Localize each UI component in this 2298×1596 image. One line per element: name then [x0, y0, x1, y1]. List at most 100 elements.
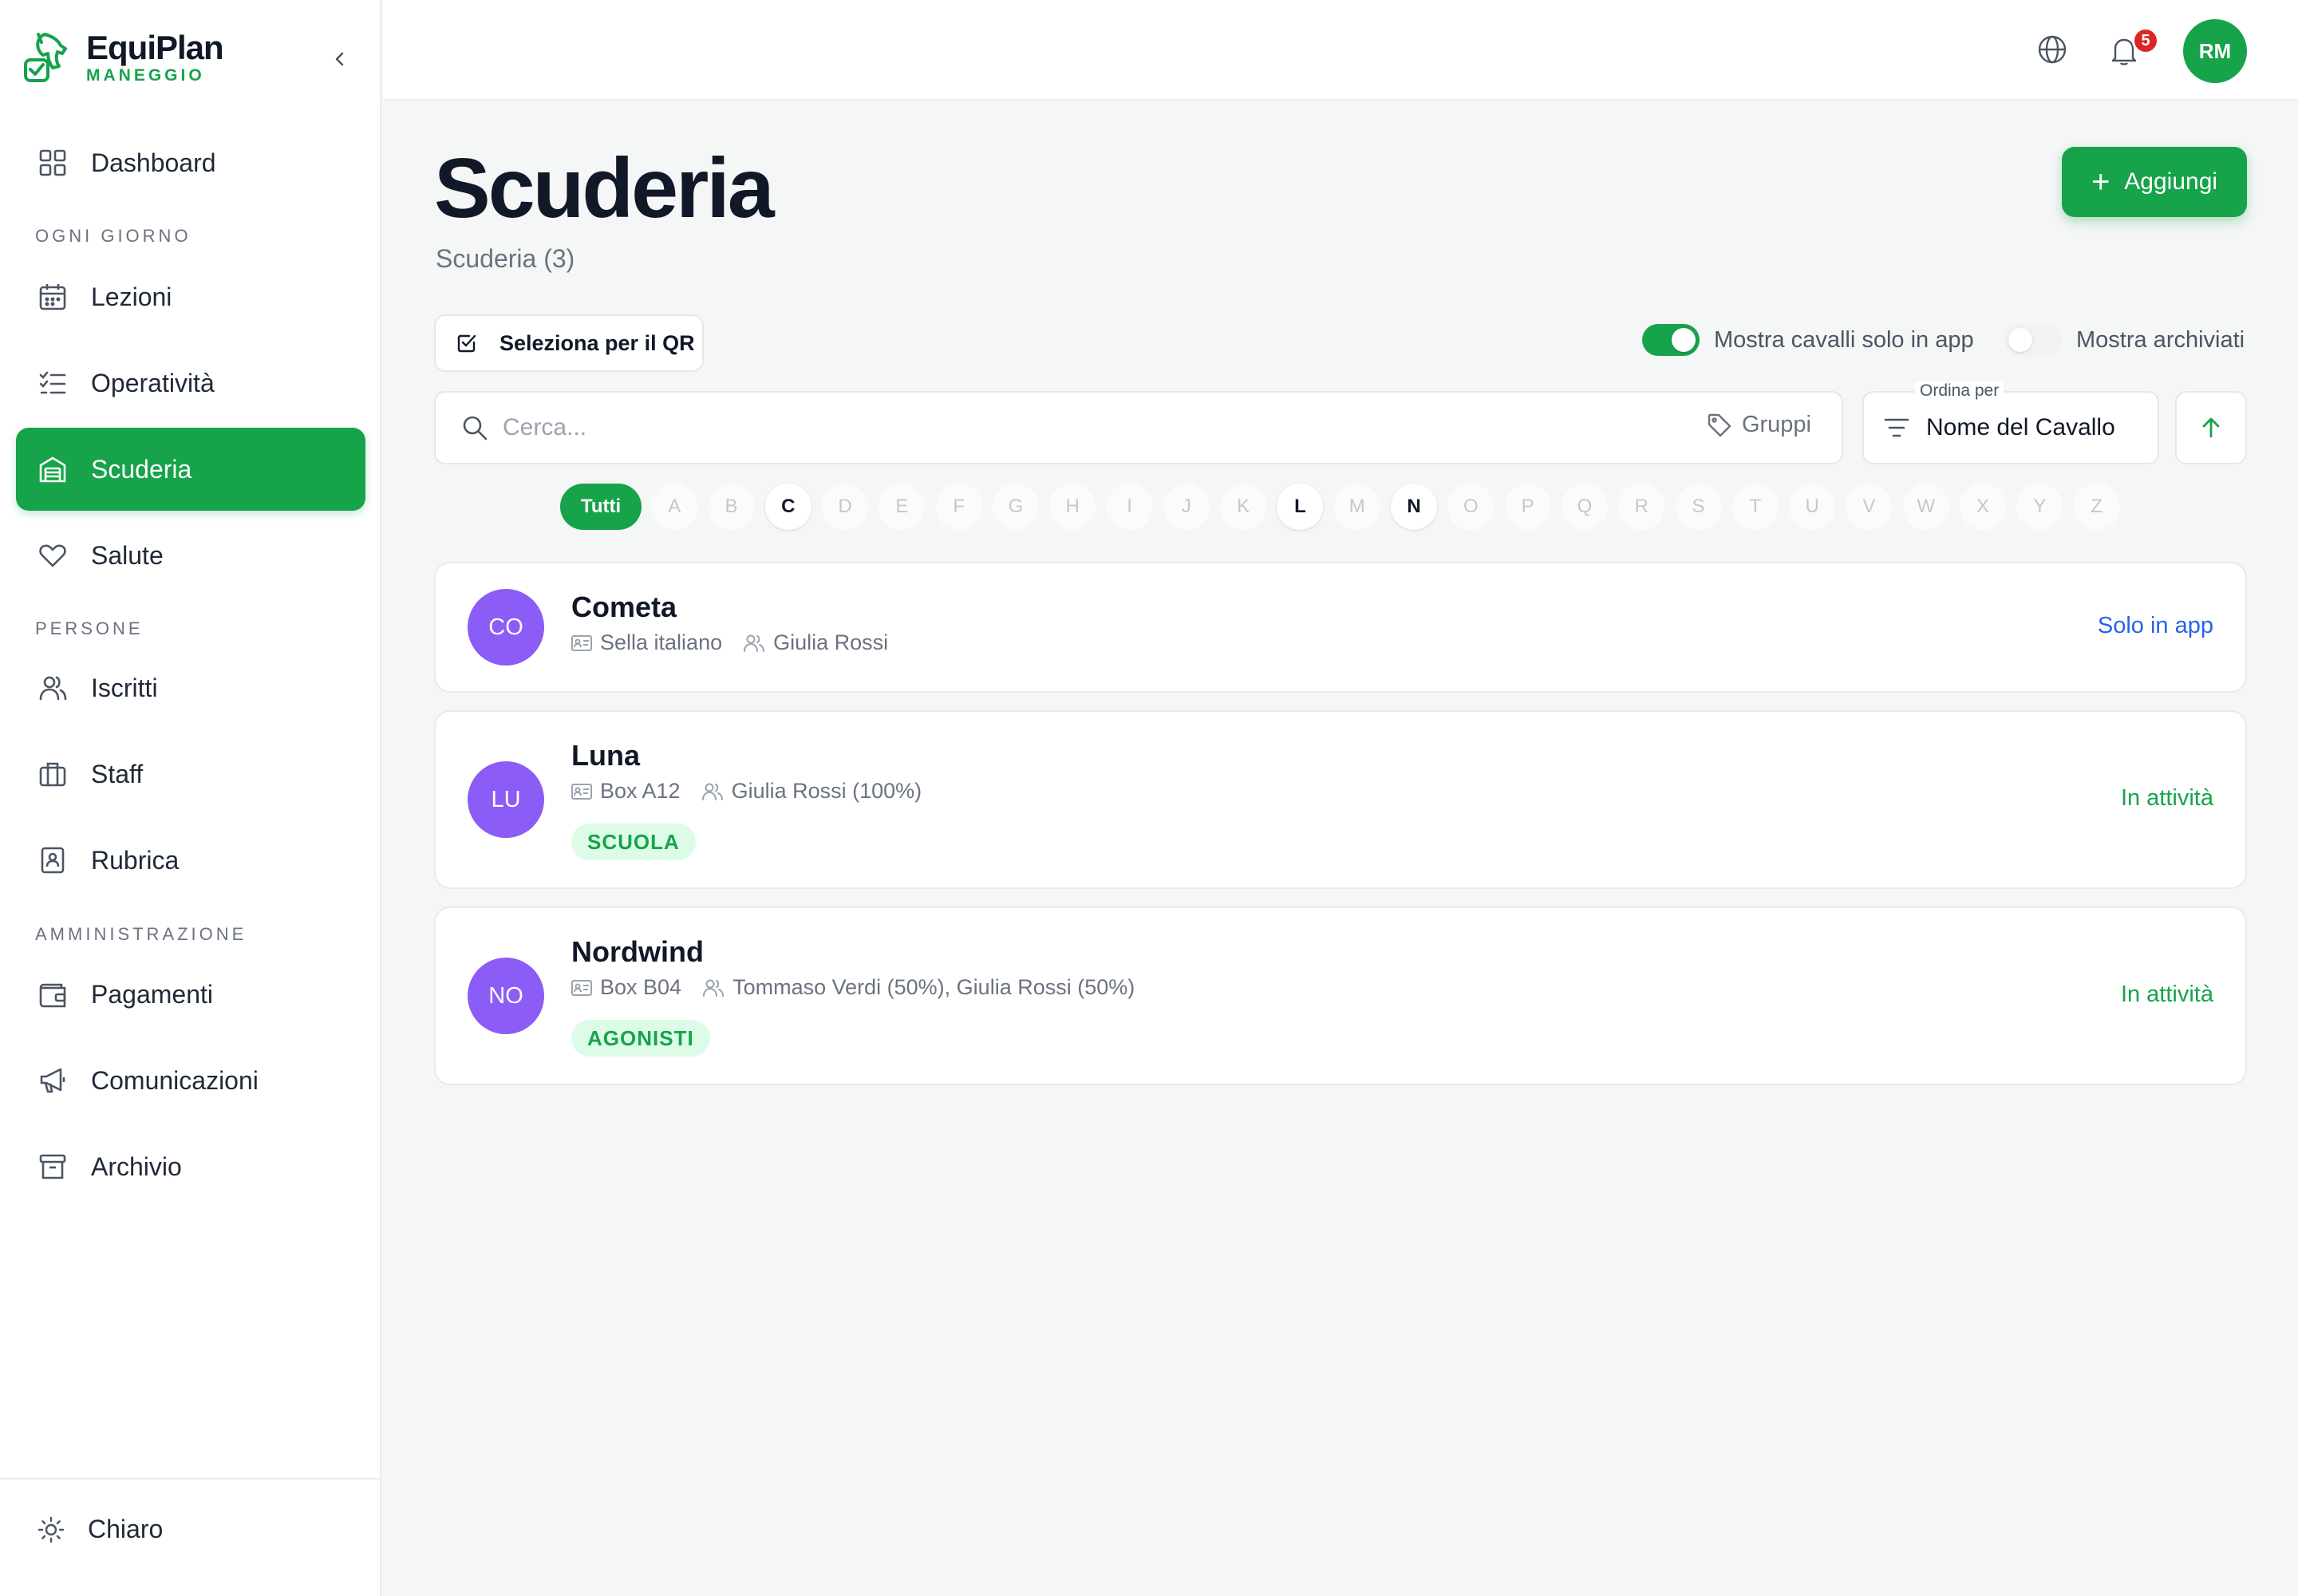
- sidebar-item-label: Archivio: [91, 1152, 182, 1181]
- sort-select[interactable]: Nome del Cavallo: [1862, 391, 2159, 464]
- sidebar-item-label: Rubrica: [91, 845, 180, 875]
- app-only-switch[interactable]: [1642, 324, 1700, 356]
- horse-meta: Box B04 Tommaso Verdi (50%), Giulia Rossi…: [571, 975, 1135, 1000]
- switch-knob: [1672, 328, 1696, 352]
- collapse-sidebar-button[interactable]: [322, 41, 357, 77]
- horse-status: In attività: [2120, 785, 2213, 811]
- alpha-filter-z[interactable]: Z: [2073, 484, 2120, 530]
- alpha-filter-h[interactable]: H: [1049, 484, 1096, 530]
- sidebar-item-rubrica[interactable]: Rubrica: [16, 819, 365, 902]
- sidebar-item-label: Staff: [91, 759, 144, 788]
- sidebar-item-archivio[interactable]: Archivio: [16, 1125, 365, 1208]
- globe-icon: [2038, 35, 2067, 64]
- alpha-filter-a[interactable]: A: [651, 484, 698, 530]
- alpha-filter-e[interactable]: E: [879, 484, 926, 530]
- alpha-filter-g[interactable]: G: [992, 484, 1039, 530]
- groups-filter-button[interactable]: Gruppi: [1707, 412, 1811, 438]
- checklist-icon: [37, 367, 69, 399]
- alpha-filter-d[interactable]: D: [822, 484, 869, 530]
- alpha-filter-w[interactable]: W: [1902, 484, 1949, 530]
- sidebar-item-dashboard[interactable]: Dashboard: [16, 121, 365, 204]
- alpha-filter-all[interactable]: Tutti: [560, 484, 642, 530]
- sidebar-item-staff[interactable]: Staff: [16, 733, 365, 816]
- id-card-icon: [571, 634, 592, 651]
- horse-owners: Giulia Rossi (100%): [731, 779, 922, 803]
- alpha-filter-k[interactable]: K: [1220, 484, 1267, 530]
- alphabet-filter: Tutti ABCDEFGHIJKLMNOPQRSTUVWXYZ: [560, 484, 2130, 530]
- alpha-filter-v[interactable]: V: [1846, 484, 1893, 530]
- alpha-filter-q[interactable]: Q: [1561, 484, 1608, 530]
- sun-icon: [38, 1516, 65, 1543]
- groups-label: Gruppi: [1741, 412, 1811, 437]
- sidebar-item-label: Iscritti: [91, 673, 158, 702]
- horse-meta: Sella italiano Giulia Rossi: [571, 630, 888, 655]
- sort-direction-button[interactable]: [2175, 391, 2247, 464]
- app-logo[interactable]: EquiPlan MANEGGIO: [21, 30, 224, 85]
- owners-icon: [743, 634, 765, 653]
- toggle-app-only: Mostra cavalli solo in app: [1642, 324, 1974, 356]
- sidebar-item-lezioni[interactable]: Lezioni: [16, 255, 365, 338]
- add-horse-button[interactable]: + Aggiungi: [2062, 147, 2247, 217]
- alpha-filter-o[interactable]: O: [1447, 484, 1494, 530]
- horse-status: Solo in app: [2097, 613, 2213, 638]
- alpha-filter-c[interactable]: C: [764, 484, 811, 530]
- archived-switch[interactable]: [2004, 324, 2062, 356]
- page-title: Scuderia: [434, 141, 775, 235]
- horse-logo-icon: [24, 33, 67, 82]
- select-for-qr-button[interactable]: Seleziona per il QR: [434, 314, 704, 372]
- horse-card[interactable]: NO Nordwind Box B04 Tommaso Verdi (50%), Gi…: [434, 907, 2247, 1085]
- alpha-filter-n[interactable]: N: [1391, 484, 1438, 530]
- chevron-left-icon: [335, 52, 344, 66]
- alpha-filter-j[interactable]: J: [1163, 484, 1210, 530]
- search-bar: Gruppi: [434, 391, 1843, 464]
- theme-label: Chiaro: [88, 1515, 164, 1543]
- alpha-filter-x[interactable]: X: [1960, 484, 2007, 530]
- alpha-filter-m[interactable]: M: [1333, 484, 1380, 530]
- sidebar-item-comunicazioni[interactable]: Comunicazioni: [16, 1039, 365, 1122]
- alpha-filter-b[interactable]: B: [708, 484, 755, 530]
- horse-name: Cometa: [571, 591, 677, 623]
- notification-count-badge: 5: [2132, 27, 2159, 54]
- alpha-filter-f[interactable]: F: [935, 484, 982, 530]
- alpha-filter-r[interactable]: R: [1618, 484, 1665, 530]
- horse-owners: Tommaso Verdi (50%), Giulia Rossi (50%): [732, 975, 1135, 999]
- arrow-up-icon: [2202, 417, 2220, 438]
- horse-location: Box A12: [600, 779, 681, 803]
- checkbox-icon: [457, 334, 476, 353]
- toggle-archived: Mostra archiviati: [2004, 324, 2245, 356]
- app-only-label: Mostra cavalli solo in app: [1714, 326, 1974, 353]
- sidebar-item-scuderia[interactable]: Scuderia: [16, 428, 365, 511]
- alpha-filter-u[interactable]: U: [1789, 484, 1836, 530]
- horse-card[interactable]: LU Luna Box A12 Giulia Rossi (100%) SCUOLA In…: [434, 710, 2247, 889]
- sidebar: EquiPlan MANEGGIO Dashboard OGNI GIORNO …: [0, 0, 381, 1596]
- id-card-icon: [571, 783, 592, 800]
- sidebar-item-operativita[interactable]: Operatività: [16, 342, 365, 425]
- owners-icon: [701, 782, 724, 801]
- alpha-filter-t[interactable]: T: [1731, 484, 1779, 530]
- alpha-filter-y[interactable]: Y: [2016, 484, 2063, 530]
- sidebar-item-pagamenti[interactable]: Pagamenti: [16, 953, 365, 1036]
- heart-icon: [37, 539, 69, 571]
- horse-avatar: LU: [468, 761, 544, 838]
- sort-float-label: Ordina per: [1915, 381, 2004, 401]
- qr-button-label: Seleziona per il QR: [499, 330, 695, 355]
- theme-toggle[interactable]: Chiaro: [37, 1515, 163, 1544]
- user-avatar[interactable]: RM: [2183, 19, 2247, 83]
- horse-card[interactable]: CO Cometa Sella italiano Giulia Rossi Solo i…: [434, 562, 2247, 693]
- horse-location: Box B04: [600, 975, 682, 999]
- search-input[interactable]: [503, 414, 1604, 441]
- sidebar-item-label: Salute: [91, 540, 164, 570]
- alpha-filter-i[interactable]: I: [1106, 484, 1153, 530]
- horse-owners: Giulia Rossi: [773, 630, 889, 654]
- sidebar-item-label: Scuderia: [91, 454, 192, 484]
- section-label-people: PERSONE: [35, 618, 144, 638]
- filter-lines-icon: [1884, 418, 1909, 437]
- alpha-filter-s[interactable]: S: [1675, 484, 1722, 530]
- sidebar-item-iscritti[interactable]: Iscritti: [16, 646, 365, 729]
- owners-icon: [702, 978, 725, 998]
- briefcase-icon: [37, 758, 69, 790]
- language-button[interactable]: [2030, 27, 2075, 72]
- alpha-filter-p[interactable]: P: [1504, 484, 1551, 530]
- alpha-filter-l[interactable]: L: [1277, 484, 1324, 530]
- sidebar-item-salute[interactable]: Salute: [16, 514, 365, 597]
